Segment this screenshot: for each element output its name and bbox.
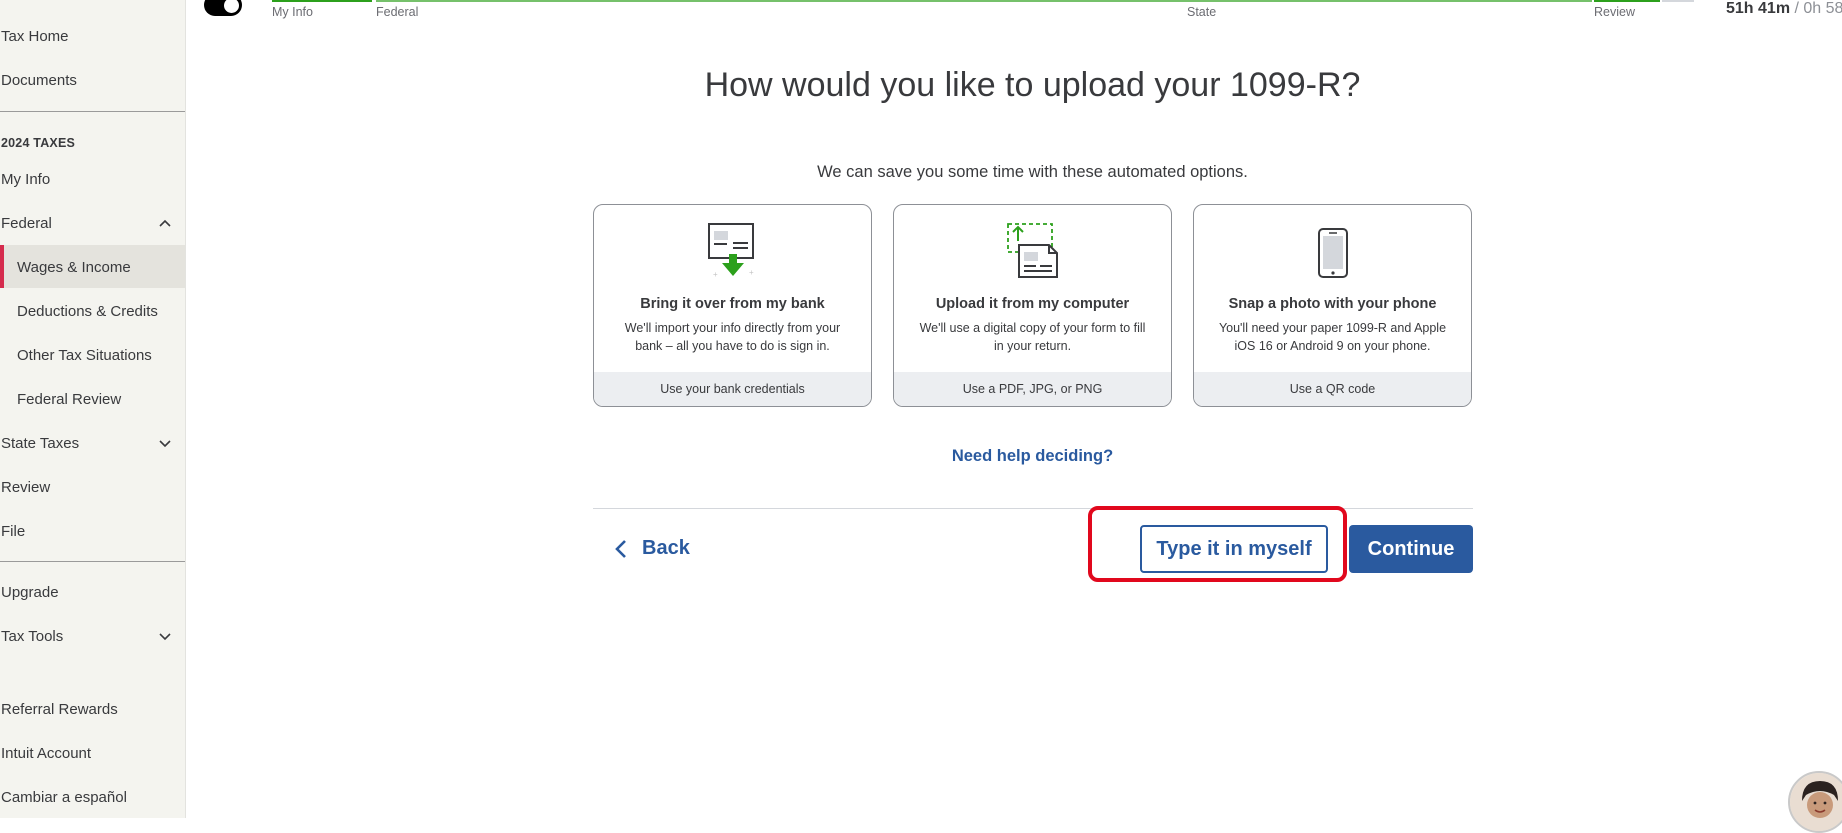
progress-step-review[interactable]: Review	[1594, 5, 1635, 19]
card-description: You'll need your paper 1099-R and Apple …	[1216, 319, 1449, 355]
chevron-down-icon[interactable]	[158, 436, 172, 450]
nav-language[interactable]: Cambiar a español	[1, 789, 127, 806]
nav-deductions-credits[interactable]: Deductions & Credits	[17, 303, 158, 320]
card-title: Snap a photo with your phone	[1194, 296, 1471, 312]
nav-federal[interactable]: Federal	[1, 215, 52, 232]
card-description: We'll use a digital copy of your form to…	[916, 319, 1149, 355]
need-help-link[interactable]: Need help deciding?	[560, 447, 1505, 466]
nav-upgrade[interactable]: Upgrade	[1, 584, 59, 601]
svg-text:+: +	[749, 268, 754, 277]
back-button[interactable]: Back	[614, 537, 690, 560]
avatar-face-icon	[1790, 773, 1842, 833]
nav-intuit-account[interactable]: Intuit Account	[1, 745, 91, 762]
nav-state-taxes[interactable]: State Taxes	[1, 435, 79, 452]
sidebar-divider	[0, 561, 185, 562]
progress-segment	[1594, 0, 1660, 2]
progress-segment	[1662, 0, 1694, 2]
chevron-up-icon[interactable]	[158, 216, 172, 230]
nav-tax-home[interactable]: Tax Home	[1, 28, 69, 45]
sidebar-divider	[0, 111, 185, 112]
nav-my-info[interactable]: My Info	[1, 171, 50, 188]
menu-toggle[interactable]	[204, 0, 242, 16]
card-description: We'll import your info directly from you…	[616, 319, 849, 355]
card-footer: Use a QR code	[1194, 372, 1471, 406]
nav-documents[interactable]: Documents	[1, 72, 77, 89]
option-card-bank[interactable]: + + Bring it over from my bank We'll imp…	[593, 204, 872, 407]
nav-wages-income[interactable]: Wages & Income	[17, 259, 131, 276]
card-footer: Use a PDF, JPG, or PNG	[894, 372, 1171, 406]
progress-step-my-info[interactable]: My Info	[272, 5, 313, 19]
nav-review[interactable]: Review	[1, 479, 50, 496]
nav-section-title: 2024 TAXES	[1, 136, 75, 150]
card-title: Upload it from my computer	[894, 296, 1171, 312]
type-it-in-myself-button[interactable]: Type it in myself	[1140, 525, 1328, 573]
nav-federal-review[interactable]: Federal Review	[17, 391, 121, 408]
phone-icon	[1305, 221, 1361, 281]
timer-rest: / 0h 58	[1795, 0, 1842, 17]
back-label: Back	[642, 537, 690, 560]
svg-text:+: +	[713, 270, 718, 279]
option-card-upload[interactable]: Upload it from my computer We'll use a d…	[893, 204, 1172, 407]
nav-other-tax-situations[interactable]: Other Tax Situations	[17, 347, 152, 364]
computer-upload-icon	[1005, 221, 1061, 281]
chevron-left-icon	[614, 539, 628, 559]
bank-import-icon: + +	[705, 221, 761, 281]
nav-referral-rewards[interactable]: Referral Rewards	[1, 701, 118, 718]
progress-step-state[interactable]: State	[1187, 5, 1216, 19]
assistant-avatar[interactable]	[1788, 771, 1842, 833]
continue-button[interactable]: Continue	[1349, 525, 1473, 573]
card-title: Bring it over from my bank	[594, 296, 871, 312]
nav-tax-tools[interactable]: Tax Tools	[1, 628, 63, 645]
page-title: How would you like to upload your 1099-R…	[560, 66, 1505, 105]
timer-elapsed: 51h 41m	[1726, 0, 1790, 17]
nav-file[interactable]: File	[1, 523, 25, 540]
progress-segment	[272, 0, 372, 2]
card-footer: Use your bank credentials	[594, 372, 871, 406]
progress-step-federal[interactable]: Federal	[376, 5, 418, 19]
page-subtitle: We can save you some time with these aut…	[560, 163, 1505, 182]
progress-segment	[376, 0, 1592, 2]
sidebar: Tax Home Documents 2024 TAXES My Info Fe…	[0, 0, 186, 818]
option-card-phone[interactable]: Snap a photo with your phone You'll need…	[1193, 204, 1472, 407]
session-timer: 51h 41m / 0h 58	[1726, 0, 1842, 18]
chevron-down-icon[interactable]	[158, 629, 172, 643]
